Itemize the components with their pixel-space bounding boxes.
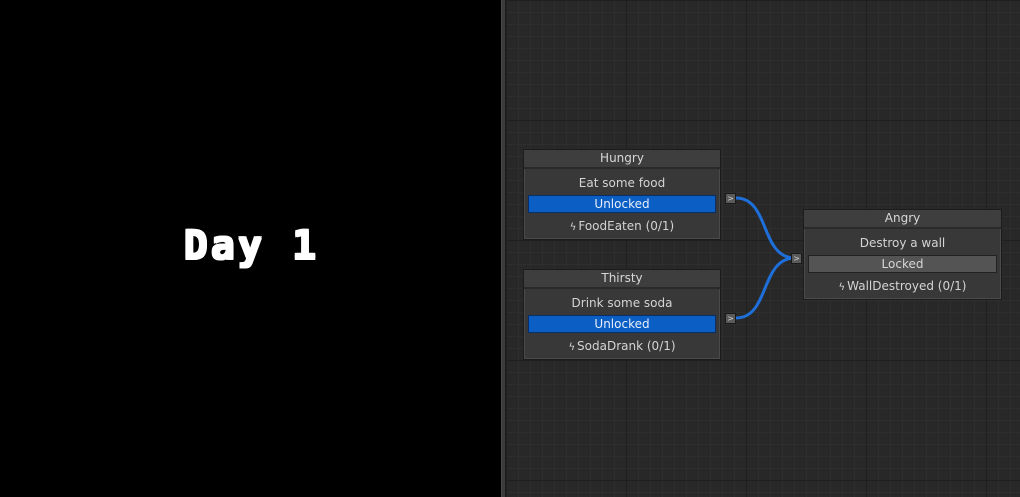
node-description: Destroy a wall <box>859 236 946 250</box>
status-button[interactable]: Unlocked <box>528 315 716 333</box>
output-port-hungry[interactable]: > <box>725 193 736 204</box>
event-label: SodaDrank (0/1) <box>577 339 676 353</box>
input-port-angry[interactable]: > <box>791 253 802 264</box>
day-label: Day 1 <box>182 222 319 268</box>
node-title: Angry <box>804 210 1001 229</box>
node-thirsty[interactable]: Thirsty Drink some soda Unlocked ϟ SodaDr… <box>523 269 721 360</box>
node-title: Hungry <box>524 150 720 169</box>
game-view: Day 1 <box>0 0 501 497</box>
node-hungry[interactable]: Hungry Eat some food Unlocked ϟ FoodEaten… <box>523 149 721 240</box>
lightning-bolt-icon: ϟ <box>838 282 846 293</box>
node-angry[interactable]: Angry Destroy a wall Locked ϟ WallDestroy… <box>803 209 1002 300</box>
status-button[interactable]: Locked <box>808 255 997 273</box>
node-description: Drink some soda <box>571 296 673 310</box>
status-button[interactable]: Unlocked <box>528 195 716 213</box>
event-label: FoodEaten (0/1) <box>578 219 675 233</box>
event-row: ϟ SodaDrank (0/1) <box>524 333 720 359</box>
event-row: ϟ FoodEaten (0/1) <box>524 213 720 239</box>
event-label: WallDestroyed (0/1) <box>847 279 967 293</box>
node-description: Eat some food <box>578 176 666 190</box>
node-title: Thirsty <box>524 270 720 289</box>
output-port-thirsty[interactable]: > <box>725 313 736 324</box>
lightning-bolt-icon: ϟ <box>569 222 577 233</box>
event-row: ϟ WallDestroyed (0/1) <box>804 273 1001 299</box>
lightning-bolt-icon: ϟ <box>568 342 576 353</box>
